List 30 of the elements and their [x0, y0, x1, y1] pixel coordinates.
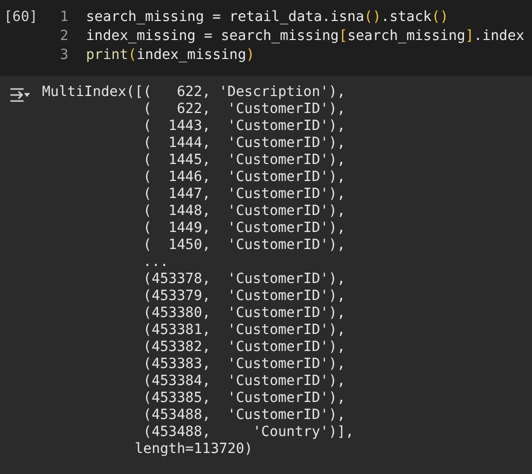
output-line: (453378, 'CustomerID'),: [142, 271, 346, 288]
line-number: 2: [60, 27, 70, 46]
output-line: (453380, 'CustomerID'),: [142, 305, 346, 322]
output-line: (453488, 'CustomerID'),: [142, 407, 346, 424]
output-line: MultiIndex([( 622, 'Description'),: [42, 84, 346, 101]
output-line: (453382, 'CustomerID'),: [142, 339, 346, 356]
code-line: index_missing = search_missing[search_missing].index: [86, 27, 524, 46]
output-line: ( 1444, 'CustomerID'),: [142, 135, 346, 152]
code-line: search_missing = retail_data.isna().stack(): [86, 8, 448, 27]
output-line: ( 1449, 'CustomerID'),: [142, 220, 346, 237]
output-line: (453379, 'CustomerID'),: [142, 288, 346, 305]
output-line: (453488, 'Country')],: [142, 424, 354, 441]
output-toggle-icon[interactable]: [9, 87, 31, 103]
output-line: ( 1448, 'CustomerID'),: [142, 203, 346, 220]
output-line: ( 1446, 'CustomerID'),: [142, 169, 346, 186]
line-number: 3: [60, 46, 70, 65]
execution-count: [60]: [4, 8, 39, 27]
output-line: (453385, 'CustomerID'),: [142, 390, 346, 407]
output-line: (453381, 'CustomerID'),: [142, 322, 346, 339]
output-line: ( 1445, 'CustomerID'),: [142, 152, 346, 169]
output-line: length=113720): [134, 441, 253, 458]
output-line: (453383, 'CustomerID'),: [142, 356, 346, 373]
code-line: print(index_missing): [86, 46, 255, 65]
output-line: ...: [142, 254, 168, 271]
output-line: ( 622, 'CustomerID'),: [142, 101, 346, 118]
line-number: 1: [60, 8, 70, 27]
output-line: (453384, 'CustomerID'),: [142, 373, 346, 390]
output-line: ( 1443, 'CustomerID'),: [142, 118, 346, 135]
output-line: ( 1450, 'CustomerID'),: [142, 237, 346, 254]
output-line: ( 1447, 'CustomerID'),: [142, 186, 346, 203]
